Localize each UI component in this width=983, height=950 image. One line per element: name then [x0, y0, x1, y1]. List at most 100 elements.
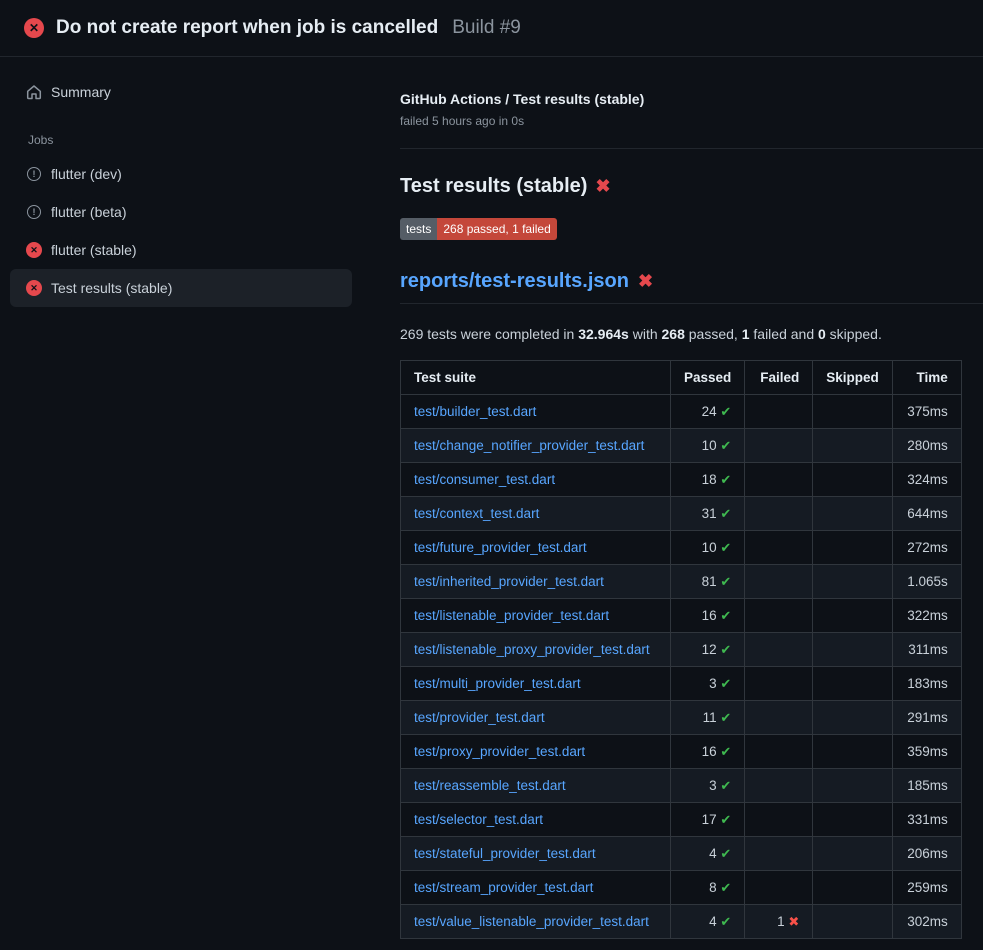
suite-cell: test/consumer_test.dart	[401, 463, 671, 497]
passed-cell: 16 ✔	[671, 735, 745, 769]
skipped-cell	[813, 395, 893, 429]
red-cross-icon: ✖	[638, 271, 653, 292]
passed-cell: 4 ✔	[671, 837, 745, 871]
skipped-cell	[813, 667, 893, 701]
test-suite-link[interactable]: test/inherited_provider_test.dart	[414, 574, 604, 589]
table-row: test/selector_test.dart 17 ✔ 331ms	[401, 803, 962, 837]
passed-cell: 31 ✔	[671, 497, 745, 531]
time-cell: 185ms	[892, 769, 961, 803]
pass-check-icon: ✔	[720, 880, 731, 895]
home-icon	[26, 84, 42, 100]
table-row: test/proxy_provider_test.dart 16 ✔ 359ms	[401, 735, 962, 769]
time-cell: 280ms	[892, 429, 961, 463]
test-suite-link[interactable]: test/context_test.dart	[414, 506, 539, 521]
failed-cell	[745, 667, 813, 701]
pass-check-icon: ✔	[720, 914, 731, 929]
table-row: test/value_listenable_provider_test.dart…	[401, 905, 962, 939]
sidebar-item-label: flutter (beta)	[51, 204, 126, 220]
section-title-text: Test results (stable)	[400, 175, 587, 198]
suite-cell: test/context_test.dart	[401, 497, 671, 531]
test-suite-link[interactable]: test/stream_provider_test.dart	[414, 880, 593, 895]
skipped-cell	[813, 429, 893, 463]
failed-cell	[745, 395, 813, 429]
test-suite-link[interactable]: test/proxy_provider_test.dart	[414, 744, 585, 759]
pass-check-icon: ✔	[720, 540, 731, 555]
suite-cell: test/inherited_provider_test.dart	[401, 565, 671, 599]
test-suite-link[interactable]: test/selector_test.dart	[414, 812, 543, 827]
main-content: GitHub Actions / Test results (stable) f…	[400, 57, 983, 939]
sidebar-item-flutter-dev[interactable]: ! flutter (dev)	[10, 155, 352, 193]
sidebar-item-test-results-stable[interactable]: ✕ Test results (stable)	[10, 269, 352, 307]
test-suite-link[interactable]: test/listenable_proxy_provider_test.dart	[414, 642, 650, 657]
passed-cell: 3 ✔	[671, 769, 745, 803]
passed-cell: 12 ✔	[671, 633, 745, 667]
sidebar-item-flutter-stable[interactable]: ✕ flutter (stable)	[10, 231, 352, 269]
table-row: test/stream_provider_test.dart8 ✔259ms	[401, 871, 962, 905]
pass-check-icon: ✔	[720, 574, 731, 589]
jobs-heading: Jobs	[28, 133, 352, 147]
col-header-passed: Passed	[671, 361, 745, 395]
skipped-cell	[813, 633, 893, 667]
time-cell: 1.065s	[892, 565, 961, 599]
skipped-cell	[813, 463, 893, 497]
run-header: ✕ Do not create report when job is cance…	[0, 0, 983, 57]
pass-check-icon: ✔	[720, 608, 731, 623]
time-cell: 331ms	[892, 803, 961, 837]
table-row: test/future_provider_test.dart10 ✔272ms	[401, 531, 962, 565]
test-suite-link[interactable]: test/change_notifier_provider_test.dart	[414, 438, 644, 453]
test-suite-link[interactable]: test/multi_provider_test.dart	[414, 676, 581, 691]
section-title: Test results (stable) ✖	[400, 175, 983, 198]
test-suite-link[interactable]: test/future_provider_test.dart	[414, 540, 587, 555]
fail-cross-icon: ✖	[788, 914, 799, 929]
test-suite-link[interactable]: test/builder_test.dart	[414, 404, 536, 419]
passed-cell: 3 ✔	[671, 667, 745, 701]
report-heading: reports/test-results.json ✖	[400, 270, 983, 304]
time-cell: 183ms	[892, 667, 961, 701]
sidebar-item-summary[interactable]: Summary	[10, 73, 352, 111]
failed-cell	[745, 871, 813, 905]
failed-cell: 1 ✖	[745, 905, 813, 939]
col-header-test-suite: Test suite	[401, 361, 671, 395]
skipped-cell	[813, 497, 893, 531]
suite-cell: test/multi_provider_test.dart	[401, 667, 671, 701]
summary-failed-count: 1	[742, 326, 750, 342]
skipped-cell	[813, 803, 893, 837]
pass-check-icon: ✔	[720, 438, 731, 453]
sidebar: Summary Jobs ! flutter (dev) ! flutter (…	[0, 57, 400, 307]
passed-cell: 11 ✔	[671, 701, 745, 735]
test-suite-link[interactable]: test/provider_test.dart	[414, 710, 545, 725]
table-row: test/listenable_provider_test.dart16 ✔32…	[401, 599, 962, 633]
table-row: test/context_test.dart31 ✔644ms	[401, 497, 962, 531]
report-file-link[interactable]: reports/test-results.json	[400, 270, 629, 293]
pass-check-icon: ✔	[720, 472, 731, 487]
pass-check-icon: ✔	[720, 744, 731, 759]
run-meta: failed 5 hours ago in 0s	[400, 114, 983, 128]
suite-cell: test/stream_provider_test.dart	[401, 871, 671, 905]
pass-check-icon: ✔	[720, 642, 731, 657]
test-suite-link[interactable]: test/reassemble_test.dart	[414, 778, 566, 793]
failed-cell	[745, 633, 813, 667]
summary-passed-count: 268	[662, 326, 685, 342]
neutral-status-icon: !	[26, 204, 42, 220]
failed-cell	[745, 429, 813, 463]
test-suite-link[interactable]: test/consumer_test.dart	[414, 472, 555, 487]
suite-cell: test/change_notifier_provider_test.dart	[401, 429, 671, 463]
passed-cell: 10 ✔	[671, 531, 745, 565]
passed-cell: 81 ✔	[671, 565, 745, 599]
time-cell: 259ms	[892, 871, 961, 905]
time-cell: 359ms	[892, 735, 961, 769]
failed-cell	[745, 837, 813, 871]
suite-cell: test/stateful_provider_test.dart	[401, 837, 671, 871]
sidebar-item-flutter-beta[interactable]: ! flutter (beta)	[10, 193, 352, 231]
col-header-failed: Failed	[745, 361, 813, 395]
passed-cell: 10 ✔	[671, 429, 745, 463]
test-suite-link[interactable]: test/listenable_provider_test.dart	[414, 608, 609, 623]
summary-skipped-count: 0	[818, 326, 826, 342]
tests-badge: tests 268 passed, 1 failed	[400, 218, 557, 240]
skipped-cell	[813, 735, 893, 769]
passed-cell: 17 ✔	[671, 803, 745, 837]
run-title: Do not create report when job is cancell…	[56, 17, 438, 39]
x-circle-fill-icon: ✕	[26, 242, 42, 258]
test-suite-link[interactable]: test/stateful_provider_test.dart	[414, 846, 596, 861]
test-suite-link[interactable]: test/value_listenable_provider_test.dart	[414, 914, 649, 929]
